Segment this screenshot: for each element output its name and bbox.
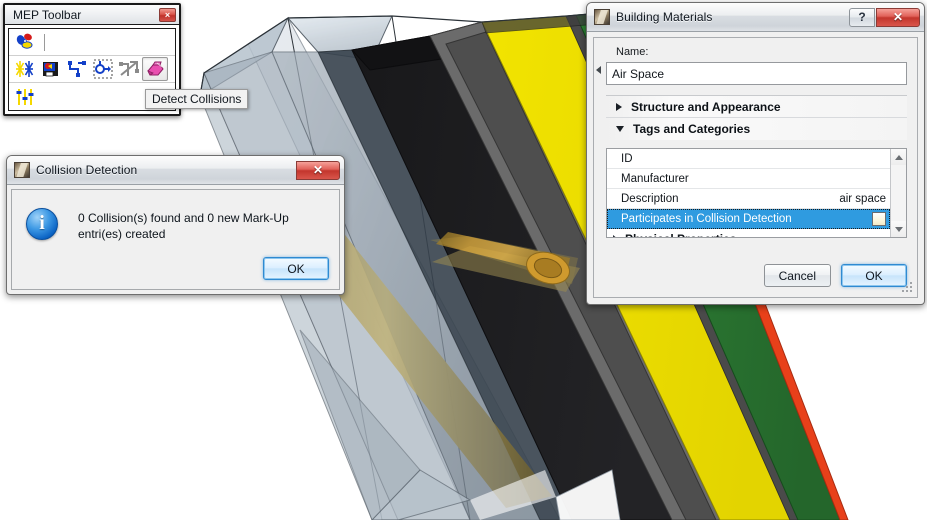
- collision-dialog-titlebar[interactable]: Collision Detection ✕: [7, 156, 344, 185]
- mep-settings-icon[interactable]: [12, 85, 38, 109]
- collision-dialog-ok-button[interactable]: OK: [263, 257, 329, 280]
- participates-in-collision-detection-checkbox[interactable]: [872, 212, 886, 226]
- building-materials-body: Name: Structure and Appearance Tags and …: [593, 37, 918, 298]
- list-item-participates-in-collision-detection[interactable]: Participates in Collision Detection: [607, 209, 890, 229]
- triangle-up-icon: [894, 154, 903, 160]
- list-item-physical-properties[interactable]: Physical Properties: [607, 229, 890, 238]
- mep-toolbar-close-button[interactable]: ×: [159, 7, 176, 22]
- building-materials-dialog-buttons: Cancel OK: [763, 264, 907, 287]
- property-label: Description: [621, 192, 679, 205]
- chevron-right-icon: [616, 102, 622, 111]
- cancel-button[interactable]: Cancel: [763, 264, 831, 287]
- help-button[interactable]: ?: [849, 7, 875, 27]
- tooltip-detect-collisions: Detect Collisions: [145, 89, 249, 109]
- building-materials-window-buttons: ? ✕: [849, 7, 920, 27]
- section-structure-and-appearance[interactable]: Structure and Appearance: [606, 96, 907, 118]
- tags-properties-rows: ID Manufacturer Description air space Pa…: [607, 149, 890, 237]
- name-field-label: Name:: [616, 46, 649, 58]
- building-materials-title: Building Materials: [616, 10, 713, 24]
- collision-dialog-buttons: OK: [263, 257, 329, 280]
- app-icon: [594, 9, 610, 25]
- list-scrollbar[interactable]: [890, 149, 906, 237]
- mep-detect-collisions-icon[interactable]: [142, 57, 168, 82]
- list-item[interactable]: Manufacturer: [607, 169, 890, 189]
- app-icon: [14, 162, 30, 178]
- info-icon: [26, 208, 58, 240]
- building-materials-titlebar[interactable]: Building Materials ? ✕: [587, 3, 924, 32]
- tags-properties-list[interactable]: ID Manufacturer Description air space Pa…: [606, 148, 907, 238]
- mep-toolbar-row-2: [9, 56, 175, 84]
- property-label: ID: [621, 152, 633, 165]
- collision-dialog-body: 0 Collision(s) found and 0 new Mark-Up e…: [11, 189, 340, 290]
- list-item[interactable]: Description air space: [607, 189, 890, 209]
- property-value: air space: [839, 192, 886, 205]
- mep-connect-route-icon[interactable]: [64, 57, 90, 81]
- tooltip-text: Detect Collisions: [152, 92, 242, 106]
- collision-dialog-title: Collision Detection: [36, 163, 138, 177]
- collision-dialog-window-buttons: ✕: [296, 160, 340, 180]
- collapse-panel-arrow-icon[interactable]: [596, 66, 601, 74]
- triangle-down-icon: [894, 226, 903, 232]
- mep-place-element-icon[interactable]: [90, 57, 116, 81]
- resize-grip[interactable]: [901, 282, 913, 294]
- mep-heating-cooling-icon[interactable]: [12, 57, 38, 81]
- property-label: Physical Properties: [625, 232, 736, 238]
- ok-button[interactable]: OK: [841, 264, 907, 287]
- mep-toolbar-separator: [44, 33, 45, 51]
- mep-toolbar-title: MEP Toolbar: [13, 7, 82, 22]
- name-input[interactable]: [606, 62, 907, 85]
- mep-palette-icon[interactable]: [12, 30, 38, 54]
- app-root: MEP Toolbar × Detect Collisions Collisio…: [0, 0, 927, 520]
- scroll-down-button[interactable]: [891, 221, 906, 237]
- mep-toolbar-row-1: [9, 29, 175, 57]
- scroll-up-button[interactable]: [891, 149, 906, 165]
- mep-route-disabled-icon[interactable]: [116, 57, 142, 81]
- section-tags-label: Tags and Categories: [633, 122, 751, 136]
- collision-dialog-content: 0 Collision(s) found and 0 new Mark-Up e…: [12, 190, 339, 242]
- collision-dialog-message: 0 Collision(s) found and 0 new Mark-Up e…: [78, 211, 289, 241]
- section-tags-and-categories[interactable]: Tags and Categories: [606, 118, 907, 140]
- collision-dialog-close-button[interactable]: ✕: [296, 160, 340, 180]
- collision-detection-dialog[interactable]: Collision Detection ✕ 0 Collision(s) fou…: [6, 155, 345, 295]
- mep-save-preferences-icon[interactable]: [38, 57, 64, 81]
- building-materials-dialog[interactable]: Building Materials ? ✕ Name: Structure a…: [586, 2, 925, 305]
- chevron-down-icon: [616, 126, 624, 132]
- list-item[interactable]: ID: [607, 149, 890, 169]
- building-materials-close-button[interactable]: ✕: [876, 7, 920, 27]
- chevron-right-icon: [613, 234, 618, 237]
- property-label: Participates in Collision Detection: [621, 213, 792, 225]
- mep-toolbar-titlebar[interactable]: MEP Toolbar ×: [5, 5, 179, 25]
- section-structure-label: Structure and Appearance: [631, 99, 781, 114]
- property-label: Manufacturer: [621, 172, 689, 185]
